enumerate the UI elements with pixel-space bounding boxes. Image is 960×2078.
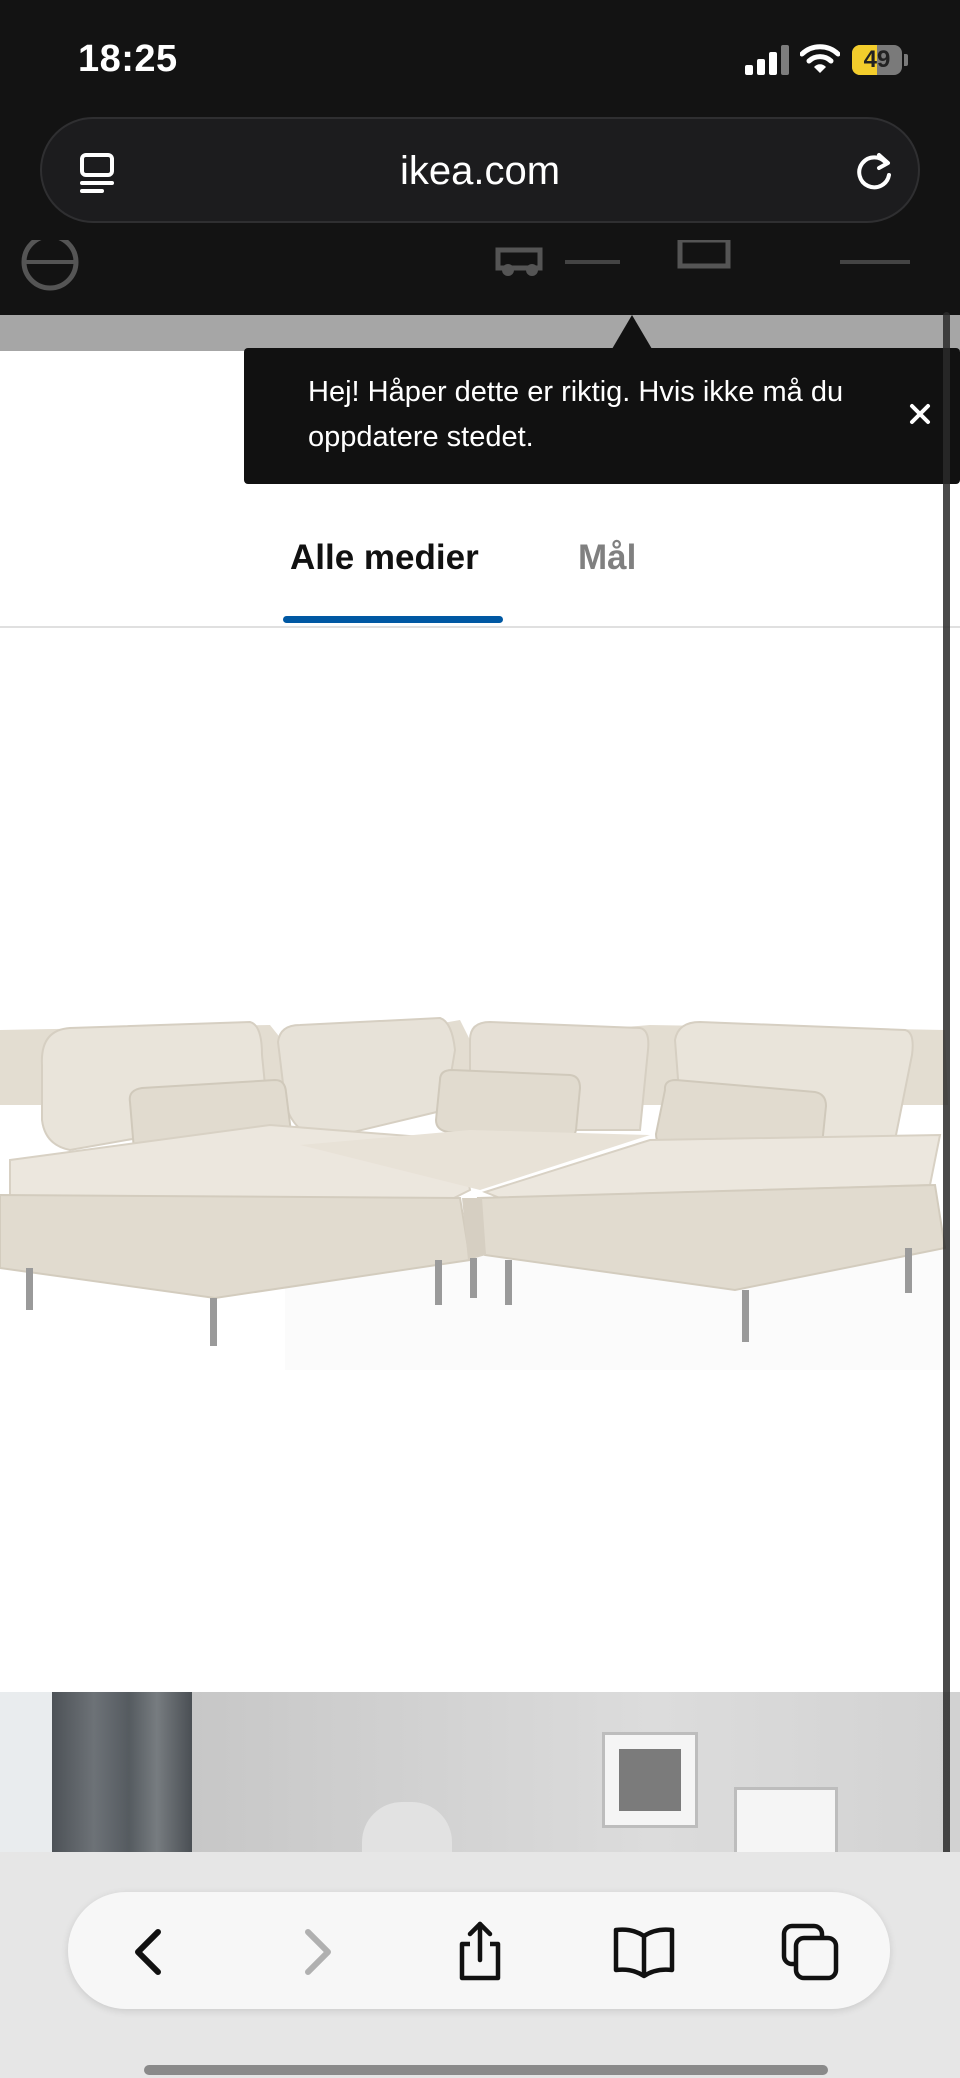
picture-frame <box>602 1732 698 1828</box>
product-image-area[interactable] <box>0 630 960 1692</box>
forward-icon[interactable] <box>284 1920 348 1984</box>
sofa-image[interactable] <box>0 930 960 1370</box>
back-icon[interactable] <box>118 1920 182 1984</box>
browser-bottom-bar <box>0 1852 960 2078</box>
reload-icon[interactable] <box>852 149 896 193</box>
tab-all-media[interactable]: Alle medier <box>290 538 479 578</box>
active-tab-indicator <box>283 616 503 623</box>
url-text[interactable]: ikea.com <box>42 149 918 194</box>
wall-detail <box>192 1692 960 1852</box>
tooltip-arrow <box>612 315 652 349</box>
home-indicator <box>144 2065 828 2075</box>
overlay-band <box>0 315 960 351</box>
battery-icon: 49 <box>852 45 902 75</box>
media-tabs: Alle medier Mål <box>0 520 960 628</box>
bookmarks-icon[interactable] <box>612 1920 676 1984</box>
close-icon[interactable] <box>902 396 938 432</box>
share-icon[interactable] <box>448 1920 512 1984</box>
tooltip-message: Hej! Håper dette er riktig. Hvis ikke må… <box>308 376 844 453</box>
cellular-signal-icon <box>745 45 789 75</box>
tabs-icon[interactable] <box>778 1920 842 1984</box>
site-nav-partial <box>21 240 910 291</box>
tab-dimensions[interactable]: Mål <box>578 538 636 578</box>
address-bar[interactable]: ikea.com <box>40 117 920 223</box>
battery-tip <box>904 54 908 66</box>
room-photo-thumbnail[interactable] <box>0 1692 960 1852</box>
location-tooltip: Hej! Håper dette er riktig. Hvis ikke må… <box>244 348 960 484</box>
picture-frame <box>734 1787 838 1852</box>
page-scrollbar[interactable] <box>943 312 950 1932</box>
wifi-icon <box>800 44 840 73</box>
toolbar-pill <box>68 1892 890 2009</box>
curtain-detail <box>52 1692 192 1852</box>
status-time: 18:25 <box>78 38 178 80</box>
battery-percent: 49 <box>863 46 891 73</box>
browser-top-bar: 18:25 49 ikea.com <box>0 0 960 315</box>
window-detail <box>0 1692 52 1852</box>
